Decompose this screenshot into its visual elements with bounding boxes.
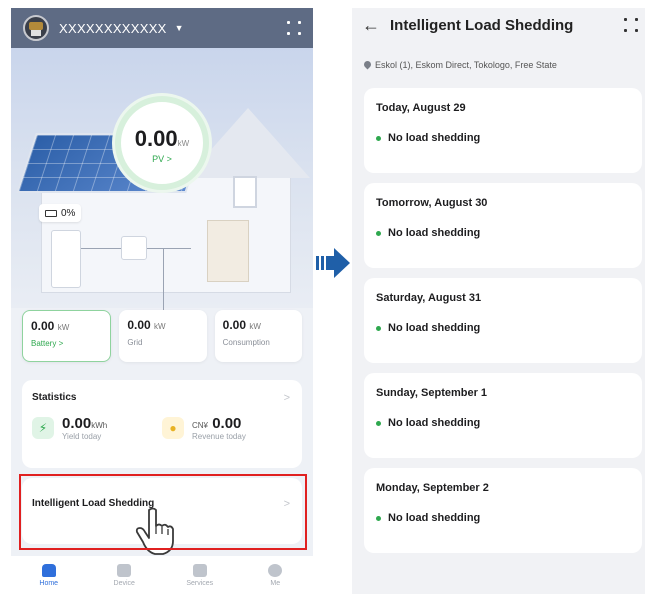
battery-card[interactable]: 0.00 kW Battery > bbox=[22, 310, 112, 362]
yield-unit: kWh bbox=[91, 421, 108, 430]
revenue-today: ● CN¥ 0.00 Revenue today bbox=[162, 415, 292, 441]
nav-services-label: Services bbox=[186, 579, 214, 587]
user-icon bbox=[268, 563, 283, 577]
bottom-navigation: Home Device Services Me bbox=[11, 556, 313, 594]
battery-soc-badge: 0% bbox=[39, 204, 82, 222]
scan-icon[interactable] bbox=[624, 18, 638, 32]
lightning-icon: ⚡ bbox=[32, 417, 54, 439]
load-shedding-screen: ← Intelligent Load Shedding Eskol (1), E… bbox=[352, 8, 645, 594]
status-text: No load shedding bbox=[388, 227, 481, 239]
unit: kW bbox=[154, 322, 166, 331]
schedule-list: Today, August 29 No load shedding Tomorr… bbox=[364, 88, 642, 563]
pv-link[interactable]: PV > bbox=[121, 154, 203, 164]
day-status: No load shedding bbox=[376, 417, 630, 429]
status-dot-icon bbox=[376, 230, 381, 236]
nav-device-label: Device bbox=[113, 579, 135, 587]
status-dot-icon bbox=[376, 135, 381, 141]
back-arrow-icon[interactable]: ← bbox=[362, 15, 382, 36]
day-status: No load shedding bbox=[376, 512, 630, 524]
status-text: No load shedding bbox=[388, 132, 481, 144]
top-bar: XXXXXXXXXXXX ▼ bbox=[11, 8, 313, 48]
highlight-box bbox=[19, 474, 307, 550]
day-card: Monday, September 2 No load shedding bbox=[364, 468, 642, 553]
day-date: Today, August 29 bbox=[376, 102, 466, 114]
day-date: Tomorrow, August 30 bbox=[376, 197, 488, 209]
header: ← Intelligent Load Shedding bbox=[352, 8, 645, 42]
day-date: Sunday, September 1 bbox=[376, 387, 488, 399]
nav-me[interactable]: Me bbox=[238, 556, 314, 594]
unit: kW bbox=[249, 322, 261, 331]
status-text: No load shedding bbox=[388, 417, 481, 429]
status-dot-icon bbox=[376, 515, 381, 521]
day-date: Saturday, August 31 bbox=[376, 292, 482, 304]
device-icon bbox=[117, 563, 132, 577]
day-status: No load shedding bbox=[376, 132, 630, 144]
day-date: Monday, September 2 bbox=[376, 482, 489, 494]
day-status: No load shedding bbox=[376, 227, 630, 239]
house-door bbox=[207, 220, 249, 282]
nav-device[interactable]: Device bbox=[87, 556, 163, 594]
yield-value: 0.00 bbox=[62, 415, 92, 432]
unit: kW bbox=[57, 323, 70, 332]
yield-label: Yield today bbox=[62, 432, 102, 441]
nav-home[interactable]: Home bbox=[11, 556, 87, 594]
energy-flow-hero: 0% 0.00kW PV > bbox=[11, 48, 313, 318]
statistics-title: Statistics bbox=[32, 392, 77, 403]
battery-unit-icon bbox=[51, 230, 81, 288]
battery-card-label: Battery > bbox=[31, 339, 64, 348]
revenue-value: 0.00 bbox=[212, 415, 242, 432]
power-cards: 0.00 kW Battery > 0.00 kW Grid 0.00 kW C… bbox=[22, 310, 302, 362]
house-window bbox=[233, 176, 257, 208]
day-card: Sunday, September 1 No load shedding bbox=[364, 373, 642, 458]
battery-power-value: 0.00 bbox=[31, 319, 55, 333]
wire bbox=[163, 248, 164, 318]
scan-icon[interactable] bbox=[287, 21, 301, 35]
consumption-card-label: Consumption bbox=[222, 338, 270, 347]
revenue-label: Revenue today bbox=[192, 432, 246, 441]
status-text: No load shedding bbox=[388, 322, 481, 334]
nav-home-label: Home bbox=[39, 579, 59, 587]
site-name[interactable]: XXXXXXXXXXXX bbox=[59, 21, 167, 36]
location-pin-icon bbox=[364, 61, 371, 70]
day-card: Today, August 29 No load shedding bbox=[364, 88, 642, 173]
pv-number: 0.00 bbox=[134, 126, 178, 151]
battery-icon bbox=[45, 209, 57, 217]
consumption-power-value: 0.00 bbox=[222, 318, 247, 332]
day-card: Tomorrow, August 30 No load shedding bbox=[364, 183, 642, 268]
day-status: No load shedding bbox=[376, 322, 630, 334]
pv-power-circle[interactable]: 0.00kW PV > bbox=[115, 96, 209, 190]
nav-services[interactable]: Services bbox=[162, 556, 238, 594]
battery-soc-value: 0% bbox=[61, 207, 76, 219]
chevron-right-icon[interactable]: > bbox=[284, 392, 290, 404]
day-card: Saturday, August 31 No load shedding bbox=[364, 278, 642, 363]
nav-me-label: Me bbox=[270, 579, 281, 587]
location-text: Eskol (1), Eskom Direct, Tokologo, Free … bbox=[375, 60, 557, 70]
coins-icon: ● bbox=[162, 417, 184, 439]
currency-prefix: CN¥ bbox=[192, 421, 209, 430]
yield-today: ⚡ 0.00kWh Yield today bbox=[32, 415, 162, 441]
services-icon bbox=[192, 563, 207, 577]
inverter-icon bbox=[121, 236, 147, 260]
pv-unit: kW bbox=[177, 139, 190, 148]
statistics-card[interactable]: Statistics > ⚡ 0.00kWh Yield today ● CN¥… bbox=[22, 380, 302, 468]
grid-power-value: 0.00 bbox=[127, 318, 151, 332]
status-dot-icon bbox=[376, 325, 381, 331]
grid-card[interactable]: 0.00 kW Grid bbox=[119, 310, 207, 362]
chevron-down-icon[interactable]: ▼ bbox=[175, 23, 184, 33]
page-title: Intelligent Load Shedding bbox=[390, 16, 574, 34]
grid-card-label: Grid bbox=[127, 338, 143, 347]
pv-value: 0.00kW bbox=[121, 126, 203, 152]
consumption-card[interactable]: 0.00 kW Consumption bbox=[214, 310, 302, 362]
status-text: No load shedding bbox=[388, 512, 481, 524]
site-avatar[interactable] bbox=[23, 15, 49, 41]
home-icon bbox=[41, 563, 56, 577]
arrow-right-icon bbox=[316, 248, 350, 278]
location-row: Eskol (1), Eskom Direct, Tokologo, Free … bbox=[364, 60, 557, 70]
status-dot-icon bbox=[376, 420, 381, 426]
